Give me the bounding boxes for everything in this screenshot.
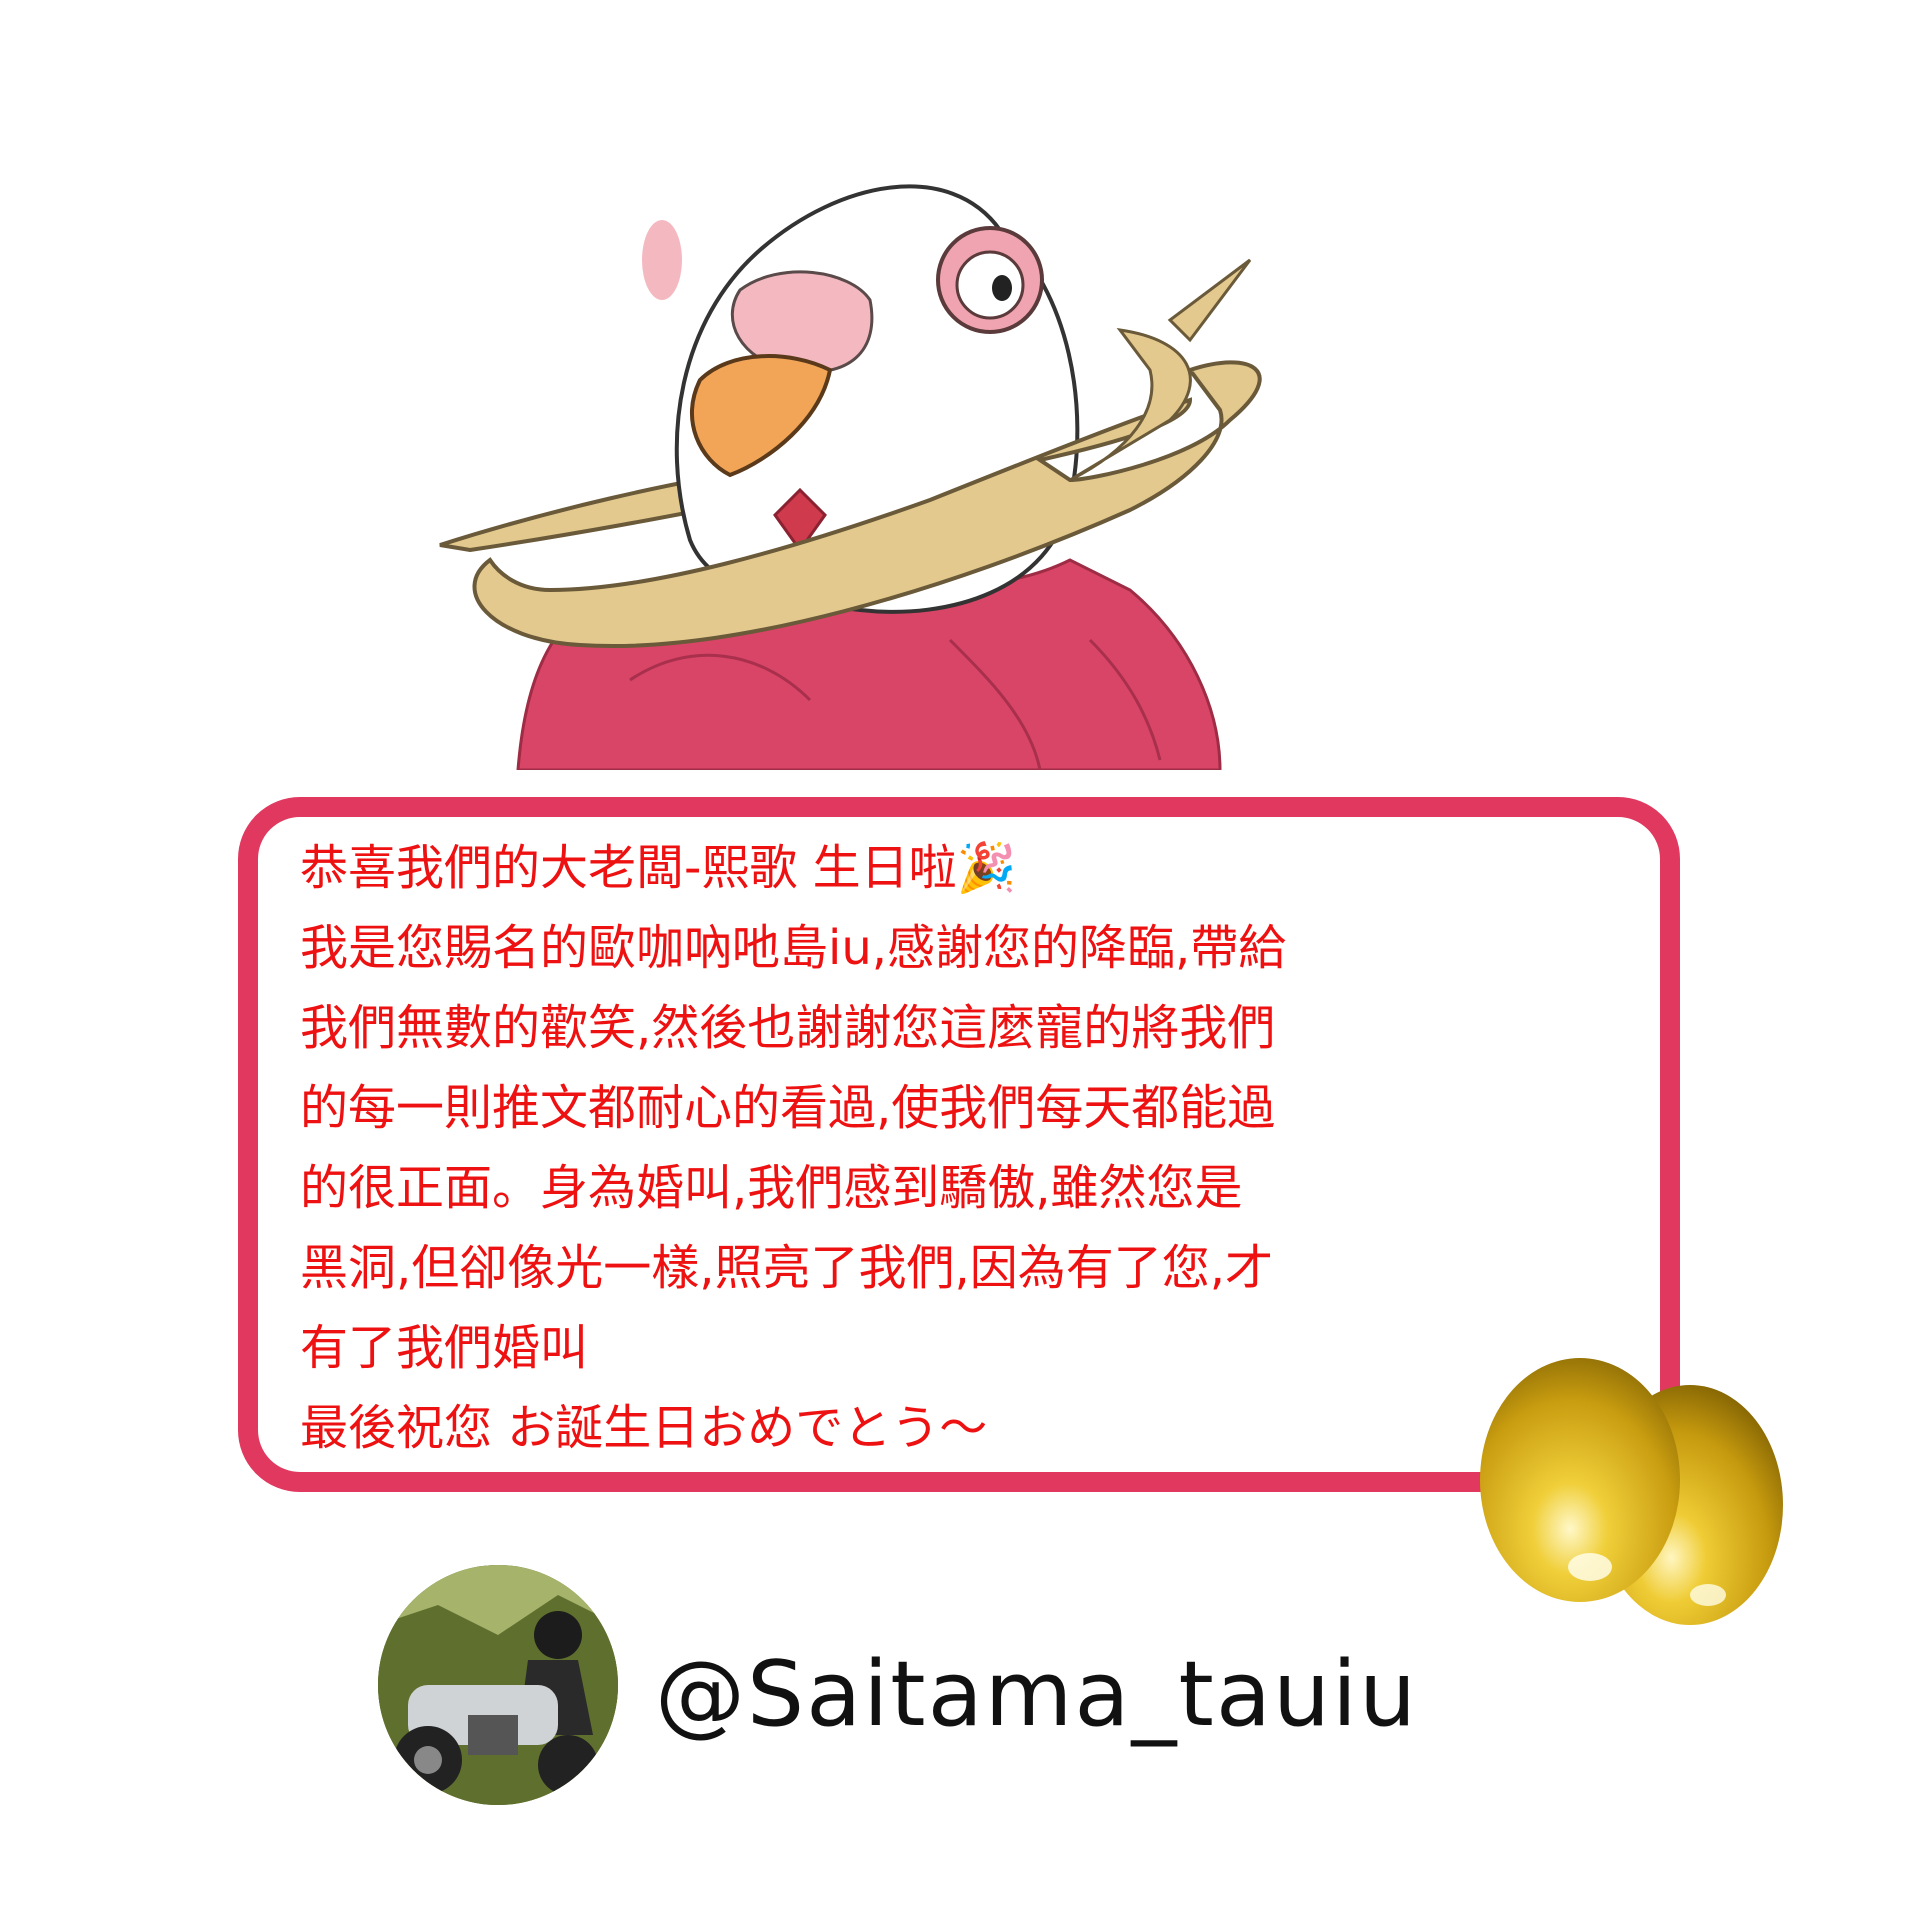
message-line: 我是您賜名的歐咖吶吔島iu,感謝您的降臨,帶給 (300, 920, 1287, 976)
message-line: 的每一則推文都耐心的看過,使我們每天都能過 (300, 1080, 1276, 1136)
author-handle[interactable]: @Saitama_tauiu (655, 1640, 1418, 1750)
bird-cheek-left (642, 220, 682, 300)
avatar-photo (378, 1565, 618, 1805)
message-line: 的很正面。身為婚叫,我們感到驕傲,雖然您是 (300, 1160, 1243, 1216)
message-line: 最後祝您 お誕生日おめでとう～ (300, 1400, 988, 1456)
avatar[interactable] (378, 1565, 618, 1805)
message-line: 恭喜我們的大老闆-熙歌 生日啦🎉 (300, 840, 1017, 896)
birthday-message: 恭喜我們的大老闆-熙歌 生日啦🎉 我是您賜名的歐咖吶吔島iu,感謝您的降臨,帶給… (300, 828, 1660, 1468)
bird-illustration (439, 184, 1262, 770)
message-line: 我們無數的歡笑,然後也謝謝您這麼寵的將我們 (300, 1000, 1276, 1056)
message-line: 黑洞,但卻像光一樣,照亮了我們,因為有了您,才 (300, 1240, 1274, 1296)
golden-eggs (1480, 1358, 1783, 1625)
message-line: 有了我們婚叫 (300, 1320, 589, 1376)
